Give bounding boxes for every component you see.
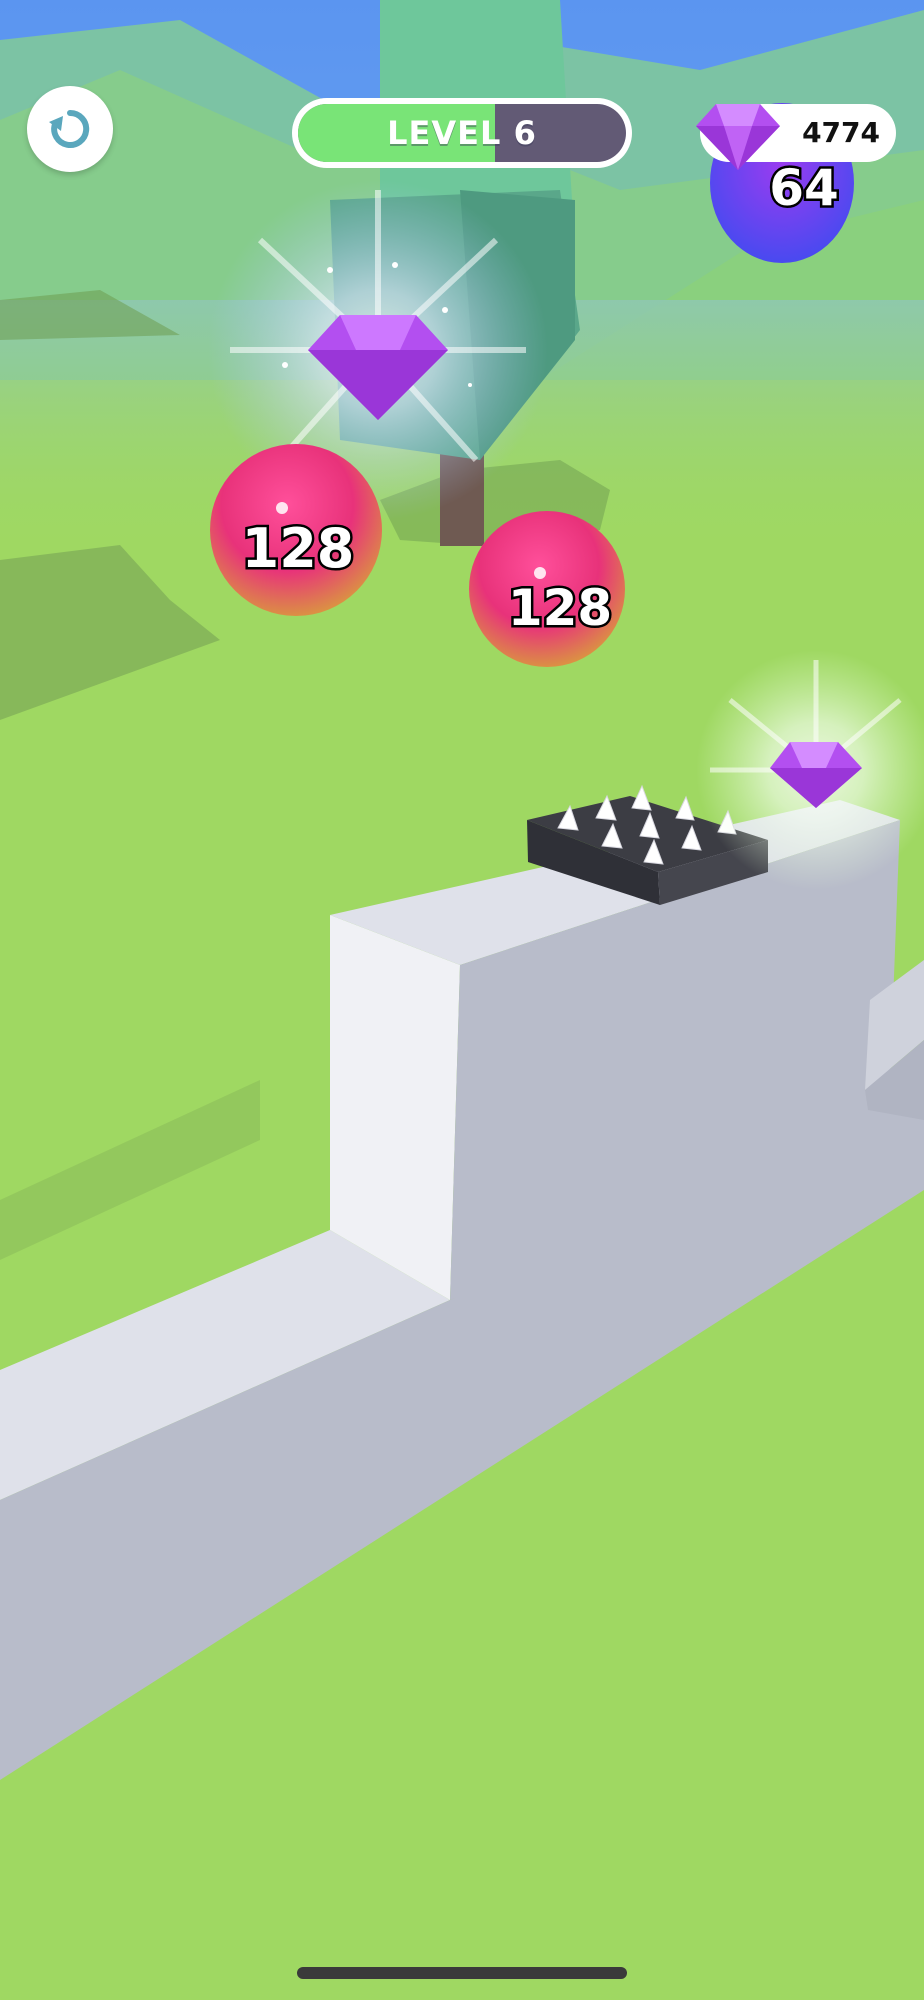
- game-screen[interactable]: 128 128 64 LEVEL 6 4774: [0, 0, 924, 2000]
- home-indicator[interactable]: [297, 1967, 627, 1979]
- level-label: LEVEL 6: [387, 114, 537, 152]
- level-progress-bar: LEVEL 6: [292, 98, 632, 168]
- level-progress-track: LEVEL 6: [298, 104, 626, 162]
- ball-value-label: 128: [508, 579, 612, 637]
- gem-icon: [696, 104, 780, 170]
- ball-128-right: 128: [469, 511, 625, 667]
- restart-button[interactable]: [27, 86, 113, 172]
- restart-icon: [49, 109, 90, 148]
- gem-count: 4774: [802, 116, 880, 149]
- game-scene[interactable]: 128 128 64: [0, 0, 924, 2000]
- ball-128-left: 128: [210, 444, 382, 616]
- ball-value-label: 128: [242, 517, 355, 580]
